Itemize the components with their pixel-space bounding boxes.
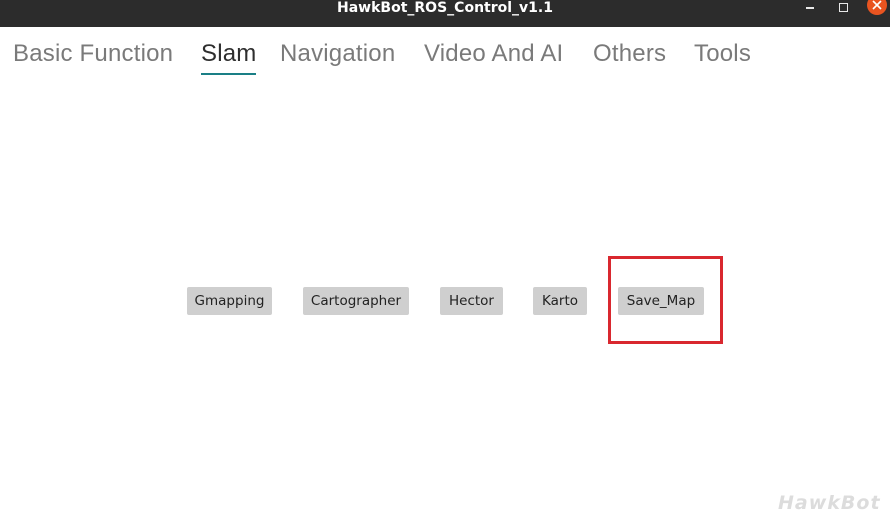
tab-tools[interactable]: Tools bbox=[694, 40, 751, 68]
minimize-icon bbox=[806, 7, 814, 9]
tab-bar: Basic Function Slam Navigation Video And… bbox=[0, 27, 890, 87]
gmapping-button[interactable]: Gmapping bbox=[187, 287, 272, 315]
window-title: HawkBot_ROS_Control_v1.1 bbox=[337, 0, 553, 16]
tab-navigation[interactable]: Navigation bbox=[280, 40, 395, 68]
tab-video-and-ai[interactable]: Video And AI bbox=[424, 40, 563, 68]
app-window: HawkBot_ROS_Control_v1.1 Basic Function … bbox=[0, 0, 890, 518]
hector-button[interactable]: Hector bbox=[440, 287, 503, 315]
maximize-icon bbox=[839, 3, 848, 12]
title-bar: HawkBot_ROS_Control_v1.1 bbox=[0, 0, 890, 27]
watermark: HawkBot bbox=[778, 492, 881, 514]
cartographer-button[interactable]: Cartographer bbox=[303, 287, 409, 315]
maximize-button[interactable] bbox=[832, 0, 854, 16]
highlight-annotation-box bbox=[608, 256, 723, 344]
tab-slam[interactable]: Slam bbox=[201, 40, 256, 68]
tab-others[interactable]: Others bbox=[593, 40, 666, 68]
active-tab-indicator bbox=[201, 73, 256, 75]
tab-basic-function[interactable]: Basic Function bbox=[13, 40, 173, 68]
karto-button[interactable]: Karto bbox=[533, 287, 587, 315]
minimize-button[interactable] bbox=[799, 0, 821, 16]
close-icon bbox=[872, 0, 882, 10]
